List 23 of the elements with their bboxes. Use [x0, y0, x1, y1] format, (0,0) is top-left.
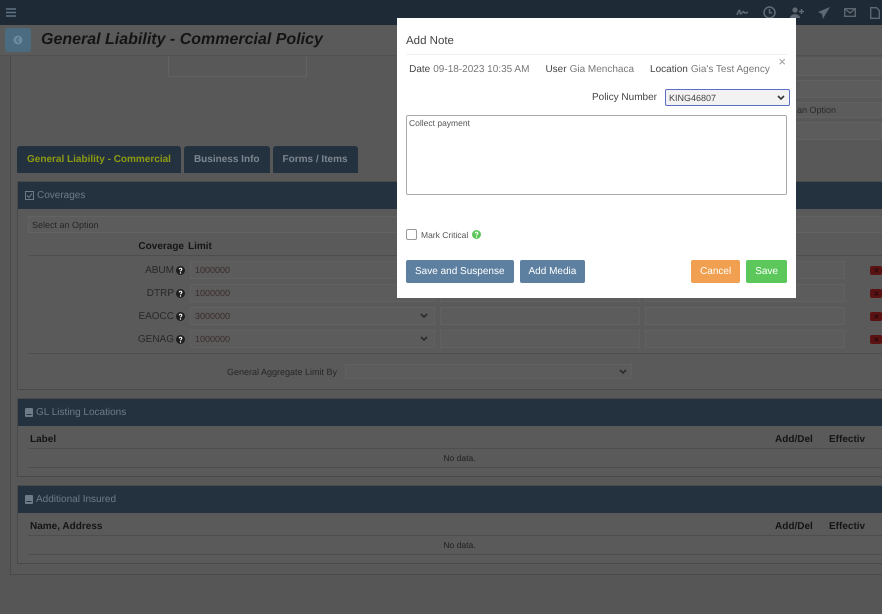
- column-header: Add/Del: [775, 434, 814, 445]
- column-header: Limit: [188, 241, 212, 252]
- column-header: Add/Del: [775, 521, 814, 532]
- location-label: Location: [650, 64, 688, 75]
- column-header: Effectiv: [829, 521, 866, 532]
- location-value: Gia's Test Agency: [690, 64, 770, 75]
- panel-title: Additional Insured: [36, 494, 116, 505]
- empty-message: No data.: [28, 536, 882, 555]
- panel-title: Coverages: [37, 190, 86, 201]
- policy-number-label: Policy Number: [592, 92, 657, 103]
- checkbox-label: Mark Critical: [421, 230, 468, 240]
- user-label: User: [545, 64, 567, 75]
- dialog-title: Add Note: [406, 18, 787, 55]
- column-header: Effectiv: [829, 434, 866, 445]
- column-header: Label: [30, 434, 56, 445]
- page-title: General Liability - Commercial Policy: [41, 31, 323, 49]
- column-header: Coverage: [137, 241, 185, 252]
- column-header: Name, Address: [30, 521, 102, 532]
- panel-title: GL Listing Locations: [36, 407, 126, 418]
- date-value: 09-18-2023 10:35 AM: [433, 64, 530, 75]
- user-value: Gia Menchaca: [570, 64, 634, 75]
- date-label: Date: [409, 64, 430, 75]
- empty-message: No data.: [28, 449, 882, 468]
